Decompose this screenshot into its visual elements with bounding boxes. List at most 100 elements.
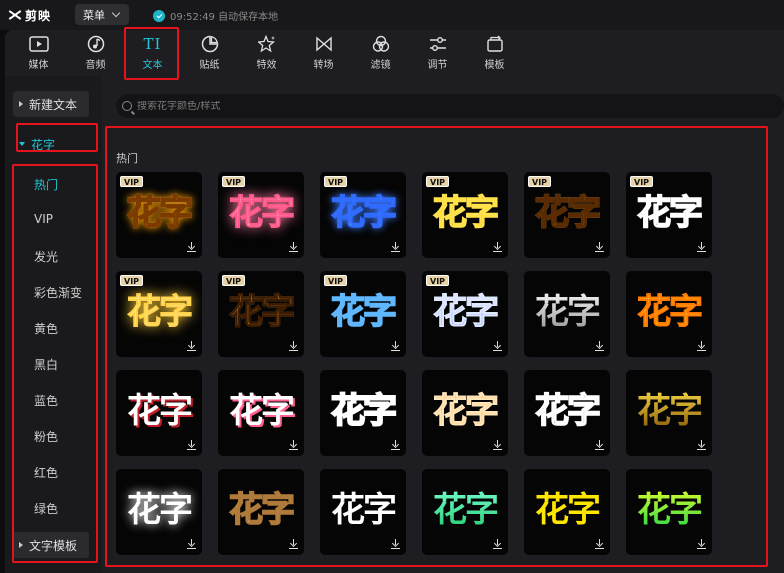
tab-transition[interactable]: 转场 <box>295 30 352 76</box>
save-status-text: 09:52:49 自动保存本地 <box>170 12 279 23</box>
sidebar-item-glow[interactable]: 发光 <box>34 248 58 265</box>
huazi-tile[interactable]: 花字 VIP <box>422 271 508 357</box>
download-icon[interactable] <box>187 341 196 351</box>
huazi-tile[interactable]: 花字 <box>626 370 712 456</box>
search-icon <box>122 101 132 111</box>
huazi-preview-text: 花字 <box>524 188 610 238</box>
download-icon[interactable] <box>493 539 502 549</box>
huazi-tile[interactable]: 花字 VIP <box>218 172 304 258</box>
huazi-preview-text: 花字 <box>433 391 500 432</box>
search-bar <box>116 94 784 118</box>
caret-right-icon <box>19 101 23 107</box>
sidebar-item-hot[interactable]: 热门 <box>34 176 58 193</box>
sidebar-huazi[interactable]: 花字 <box>13 131 93 157</box>
sidebar-item-pink[interactable]: 粉色 <box>34 428 58 445</box>
caret-down-icon <box>19 142 25 146</box>
save-status: 09:52:49 自动保存本地 <box>153 8 278 23</box>
huazi-tile[interactable]: 花字 <box>422 370 508 456</box>
sidebar-item-yellow[interactable]: 黄色 <box>34 320 58 337</box>
sidebar-item-gradient[interactable]: 彩色渐变 <box>34 284 82 301</box>
vip-badge: VIP <box>630 176 654 187</box>
sidebar-item-black-white[interactable]: 黑白 <box>34 356 58 373</box>
sidebar-new-text[interactable]: 新建文本 <box>13 91 89 117</box>
download-icon[interactable] <box>697 440 706 450</box>
download-icon[interactable] <box>697 242 706 252</box>
sidebar-item-blue[interactable]: 蓝色 <box>34 392 58 409</box>
vip-badge: VIP <box>324 176 348 187</box>
tab-label: 调节 <box>427 60 448 71</box>
huazi-tile[interactable]: 花字 <box>626 469 712 555</box>
huazi-tile[interactable]: 花字 <box>218 469 304 555</box>
app-logo: 剪映 <box>8 6 51 24</box>
download-icon[interactable] <box>493 242 502 252</box>
huazi-preview-text: 花字 <box>626 485 712 535</box>
sticker-icon <box>200 35 220 53</box>
sidebar-text-template[interactable]: 文字模板 <box>13 532 89 558</box>
download-icon[interactable] <box>697 539 706 549</box>
download-icon[interactable] <box>391 539 400 549</box>
tab-sticker[interactable]: 贴纸 <box>181 30 238 76</box>
effects-icon <box>257 35 277 53</box>
download-icon[interactable] <box>289 539 298 549</box>
vip-badge: VIP <box>222 275 246 286</box>
huazi-tile[interactable]: 花字 <box>218 370 304 456</box>
download-icon[interactable] <box>595 242 604 252</box>
download-icon[interactable] <box>493 341 502 351</box>
huazi-tile[interactable]: 花字 <box>524 370 610 456</box>
tab-label: 音频 <box>85 60 106 71</box>
huazi-tile[interactable]: 花字 VIP <box>626 172 712 258</box>
download-icon[interactable] <box>187 539 196 549</box>
huazi-tile[interactable]: 花字 VIP <box>524 172 610 258</box>
tab-effects[interactable]: 特效 <box>238 30 295 76</box>
huazi-preview-text: 花字 <box>626 386 712 436</box>
huazi-preview-text: 花字 <box>229 391 295 431</box>
download-icon[interactable] <box>697 341 706 351</box>
huazi-tile[interactable]: 花字 VIP <box>218 271 304 357</box>
tab-filter[interactable]: 滤镜 <box>352 30 409 76</box>
sidebar-item-red[interactable]: 红色 <box>34 464 58 481</box>
download-icon[interactable] <box>391 341 400 351</box>
menu-button[interactable]: 菜单 <box>75 4 129 25</box>
vip-badge: VIP <box>324 275 348 286</box>
tab-label: 媒体 <box>28 60 49 71</box>
download-icon[interactable] <box>595 440 604 450</box>
search-input[interactable] <box>137 100 737 112</box>
huazi-tile[interactable]: 花字 VIP <box>320 271 406 357</box>
download-icon[interactable] <box>391 440 400 450</box>
tab-text[interactable]: TI 文本 <box>124 30 181 76</box>
huazi-preview-text: 花字 <box>524 287 610 337</box>
download-icon[interactable] <box>187 242 196 252</box>
tab-media[interactable]: 媒体 <box>10 30 67 76</box>
huazi-tile[interactable]: 花字 <box>626 271 712 357</box>
huazi-tile[interactable]: 花字 VIP <box>116 271 202 357</box>
huazi-tile[interactable]: 花字 <box>422 469 508 555</box>
huazi-tile[interactable]: 花字 VIP <box>422 172 508 258</box>
huazi-preview-text: 花字 <box>330 192 398 234</box>
sidebar-section-label: 花字 <box>31 137 56 152</box>
huazi-tile[interactable]: 花字 <box>524 271 610 357</box>
download-icon[interactable] <box>391 242 400 252</box>
download-icon[interactable] <box>289 440 298 450</box>
sidebar-item-vip[interactable]: VIP <box>34 212 53 226</box>
tab-template[interactable]: 模板 <box>466 30 523 76</box>
huazi-preview-text: 花字 <box>330 390 398 432</box>
download-icon[interactable] <box>289 242 298 252</box>
sidebar-item-green[interactable]: 绿色 <box>34 500 58 517</box>
tab-audio[interactable]: 音频 <box>67 30 124 76</box>
download-icon[interactable] <box>289 341 298 351</box>
huazi-tile[interactable]: 花字 <box>116 370 202 456</box>
huazi-tile[interactable]: 花字 <box>116 469 202 555</box>
huazi-tile[interactable]: 花字 <box>524 469 610 555</box>
download-icon[interactable] <box>595 341 604 351</box>
download-icon[interactable] <box>493 440 502 450</box>
huazi-tile[interactable]: 花字 <box>320 370 406 456</box>
huazi-tile[interactable]: 花字 VIP <box>320 172 406 258</box>
huazi-tile[interactable]: 花字 <box>320 469 406 555</box>
download-icon[interactable] <box>595 539 604 549</box>
tab-label: 贴纸 <box>199 60 220 71</box>
text-icon: TI <box>143 35 162 53</box>
huazi-tile[interactable]: 花字 VIP <box>116 172 202 258</box>
category-toolbar: 媒体 音频 TI 文本 贴纸 特效 转场 滤镜 调节 模板 <box>5 30 784 76</box>
download-icon[interactable] <box>187 440 196 450</box>
tab-adjust[interactable]: 调节 <box>409 30 466 76</box>
